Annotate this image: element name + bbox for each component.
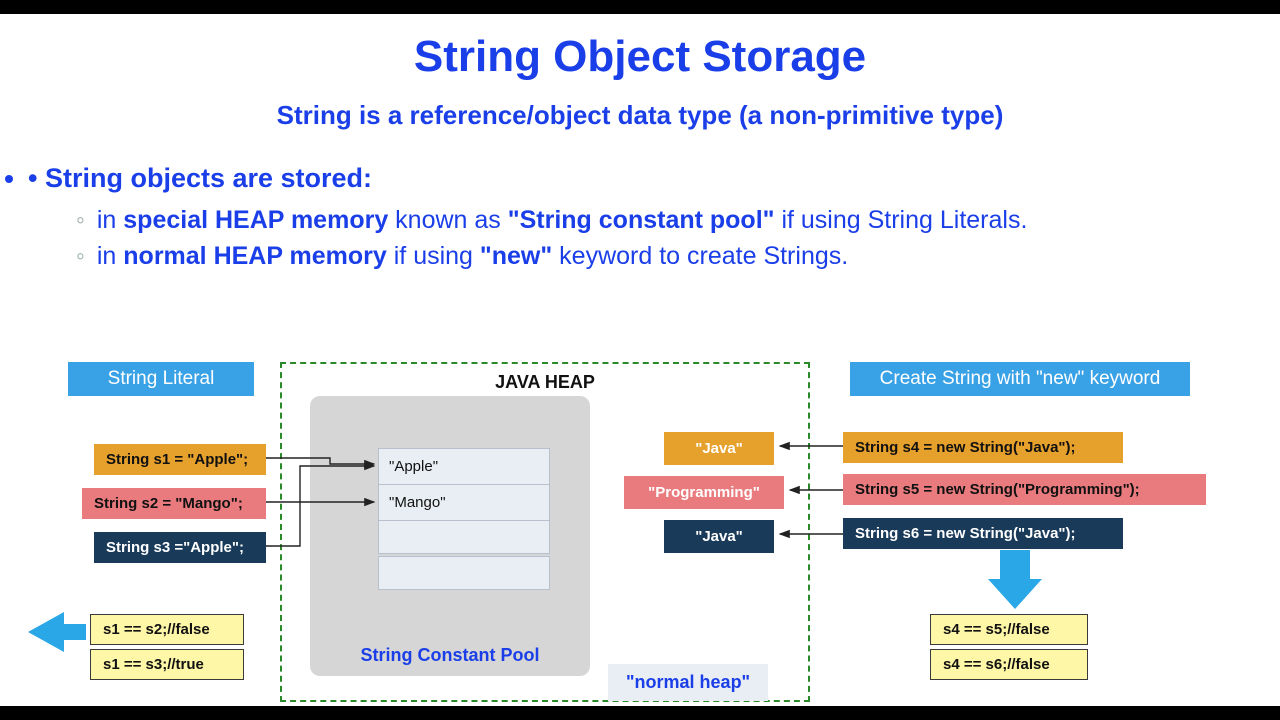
- cmp-right-1: s4 == s5;//false: [930, 614, 1088, 645]
- code-s1: String s1 = "Apple";: [94, 444, 266, 475]
- code-s2: String s2 = "Mango";: [82, 488, 266, 519]
- normal-heap-label: "normal heap": [608, 664, 768, 701]
- code-s4: String s4 = new String("Java");: [843, 432, 1123, 463]
- header-string-literal: String Literal: [68, 362, 254, 396]
- cmp-left-2: s1 == s3;//true: [90, 649, 244, 680]
- bullet-lead: • String objects are stored:: [28, 159, 1280, 198]
- code-s6: String s6 = new String("Java");: [843, 518, 1123, 549]
- heap-val-2: "Programming": [624, 476, 784, 509]
- pool-slot-4: [378, 556, 550, 590]
- bullet-list: • String objects are stored: in special …: [28, 159, 1280, 275]
- bullet-sub-1: in special HEAP memory known as "String …: [76, 202, 1280, 238]
- slide-subtitle: String is a reference/object data type (…: [0, 100, 1280, 131]
- cmp-left-1: s1 == s2;//false: [90, 614, 244, 645]
- heap-val-3: "Java": [664, 520, 774, 553]
- scp-label: String Constant Pool: [310, 645, 590, 666]
- code-s3: String s3 ="Apple";: [94, 532, 266, 563]
- pool-slot-3: [378, 520, 550, 554]
- heap-val-1: "Java": [664, 432, 774, 465]
- slide-title: String Object Storage: [0, 32, 1280, 82]
- cmp-right-2: s4 == s6;//false: [930, 649, 1088, 680]
- slide: String Object Storage String is a refere…: [0, 14, 1280, 706]
- header-new-keyword: Create String with "new" keyword: [850, 362, 1190, 396]
- bullet-sub-2: in normal HEAP memory if using "new" key…: [76, 238, 1280, 274]
- pool-slot-2: "Mango": [378, 484, 550, 521]
- pool-slot-1: "Apple": [378, 448, 550, 485]
- diagram-area: String Literal JAVA HEAP String Constant…: [0, 354, 1280, 714]
- heap-title: JAVA HEAP: [280, 372, 810, 393]
- code-s5: String s5 = new String("Programming");: [843, 474, 1206, 505]
